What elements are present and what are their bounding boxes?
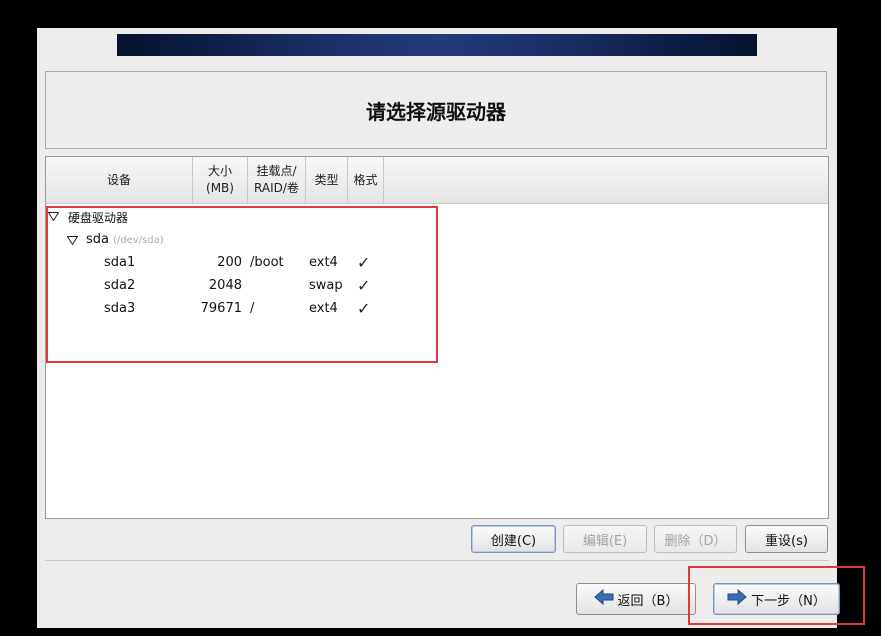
partition-type: ext4 bbox=[309, 255, 338, 270]
column-device[interactable]: 设备 bbox=[46, 157, 193, 203]
disk-path: (/dev/sda) bbox=[113, 235, 164, 246]
partition-type: ext4 bbox=[309, 301, 338, 316]
table-row[interactable]: sda1 200 /boot ext4 ✓ bbox=[46, 253, 446, 273]
column-header: 设备 大小 (MB) 挂载点/ RAID/卷 类型 格式 bbox=[46, 157, 828, 204]
back-button-label: 返回（B） bbox=[617, 593, 679, 609]
next-button-label: 下一步（N） bbox=[751, 593, 826, 609]
delete-button[interactable]: 删除（D） bbox=[654, 525, 737, 553]
table-row[interactable]: sda2 2048 swap ✓ bbox=[46, 276, 446, 296]
column-size[interactable]: 大小 (MB) bbox=[193, 157, 248, 203]
partition-size: 2048 bbox=[208, 278, 242, 293]
title-panel: 请选择源驱动器 bbox=[45, 71, 827, 149]
table-row[interactable]: sda3 79671 / ext4 ✓ bbox=[46, 299, 446, 319]
expander-triangle-icon[interactable] bbox=[48, 212, 59, 221]
partition-device: sda2 bbox=[104, 278, 136, 293]
partition-mount: / bbox=[250, 301, 255, 316]
partition-size: 79671 bbox=[200, 301, 242, 316]
drive-tree-view[interactable]: 设备 大小 (MB) 挂载点/ RAID/卷 类型 格式 硬盘驱动器 sda (/… bbox=[45, 156, 829, 519]
back-button[interactable]: 返回（B） bbox=[576, 583, 696, 615]
next-button[interactable]: 下一步（N） bbox=[713, 583, 840, 615]
group-label: 硬盘驱动器 bbox=[68, 211, 129, 225]
partition-size: 200 bbox=[217, 255, 242, 270]
tree-disk-row[interactable]: sda (/dev/sda) bbox=[67, 232, 164, 247]
edit-button[interactable]: 编辑(E) bbox=[563, 525, 647, 553]
installer-window: 请选择源驱动器 设备 大小 (MB) 挂载点/ RAID/卷 类型 格式 硬盘驱… bbox=[37, 28, 840, 628]
partition-mount: /boot bbox=[250, 255, 284, 270]
column-format[interactable]: 格式 bbox=[348, 157, 384, 203]
format-check-icon: ✓ bbox=[357, 299, 371, 318]
column-type[interactable]: 类型 bbox=[306, 157, 348, 203]
reset-button[interactable]: 重设(s) bbox=[745, 525, 828, 553]
divider bbox=[45, 560, 829, 561]
partition-type: swap bbox=[309, 278, 343, 293]
disk-name: sda bbox=[86, 232, 109, 247]
arrow-left-icon bbox=[593, 588, 614, 609]
page-title: 请选择源驱动器 bbox=[366, 99, 506, 124]
header-banner bbox=[117, 34, 757, 56]
column-mount[interactable]: 挂载点/ RAID/卷 bbox=[248, 157, 306, 203]
format-check-icon: ✓ bbox=[357, 253, 371, 272]
expander-triangle-icon[interactable] bbox=[67, 236, 78, 245]
tree-group-row[interactable]: 硬盘驱动器 bbox=[48, 209, 128, 226]
create-button[interactable]: 创建(C) bbox=[471, 525, 556, 553]
partition-device: sda1 bbox=[104, 255, 136, 270]
arrow-right-icon bbox=[727, 588, 747, 609]
format-check-icon: ✓ bbox=[357, 276, 371, 295]
partition-device: sda3 bbox=[104, 301, 136, 316]
